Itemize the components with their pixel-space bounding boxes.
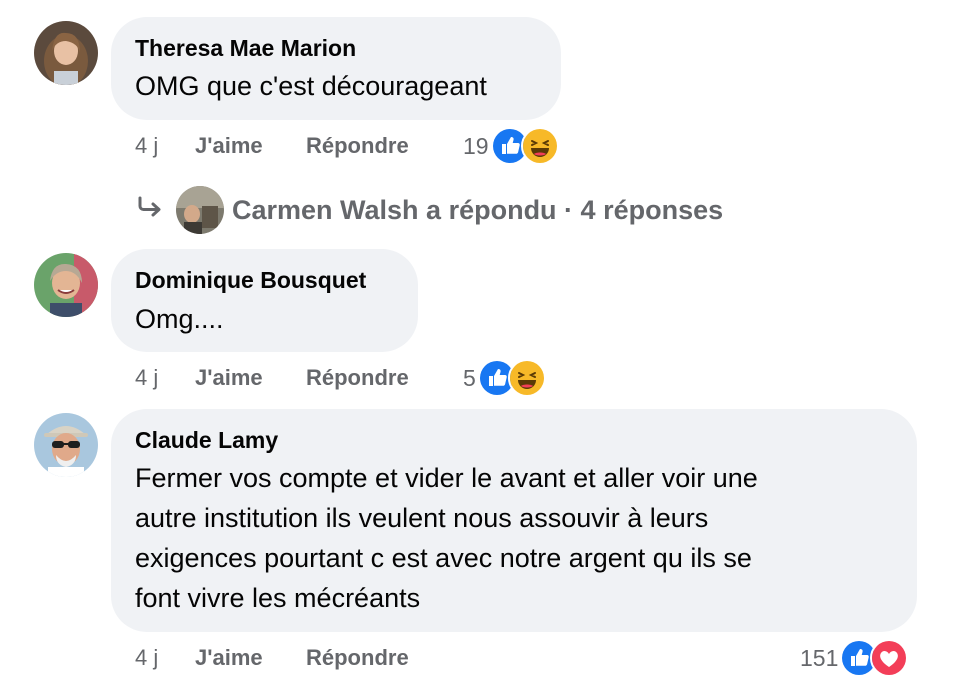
comment-text: OMG que c'est décourageant [135, 71, 487, 101]
like-button[interactable]: J'aime [195, 365, 263, 391]
love-icon [870, 639, 909, 677]
comment-text-line: autre institution ils veulent nous assou… [135, 503, 709, 533]
reply-button[interactable]: Répondre [306, 133, 409, 159]
comment-text-line: exigences pourtant c est avec notre arge… [135, 543, 752, 573]
like-button[interactable]: J'aime [195, 133, 263, 159]
comment-author[interactable]: Theresa Mae Marion [135, 35, 356, 62]
reaction-count: 5 [463, 364, 476, 391]
reaction-summary[interactable]: 5 [463, 359, 546, 397]
haha-icon [507, 359, 546, 397]
comment-timestamp[interactable]: 4 j [135, 365, 158, 391]
avatar[interactable] [34, 253, 98, 317]
avatar[interactable] [34, 413, 98, 477]
reaction-count: 151 [800, 644, 839, 671]
haha-icon [520, 127, 559, 165]
reply-arrow-icon [136, 195, 166, 226]
comment-text: Omg.... [135, 304, 224, 334]
like-button[interactable]: J'aime [195, 645, 263, 671]
avatar [176, 186, 224, 234]
comment-text-line: font vivre les mécréants [135, 583, 421, 613]
reply-button[interactable]: Répondre [306, 365, 409, 391]
replies-summary-text: Carmen Walsh a répondu · 4 réponses [232, 194, 724, 225]
reaction-summary[interactable]: 151 [800, 639, 909, 677]
avatar[interactable] [34, 21, 98, 85]
reaction-count: 19 [463, 132, 489, 159]
reaction-summary[interactable]: 19 [463, 127, 559, 165]
comment-timestamp[interactable]: 4 j [135, 645, 158, 671]
comment-timestamp[interactable]: 4 j [135, 133, 158, 159]
view-replies-link[interactable]: Carmen Walsh a répondu · 4 réponses [136, 185, 723, 235]
comment-text-line: Fermer vos compte et vider le avant et a… [135, 463, 758, 493]
comment-author[interactable]: Dominique Bousquet [135, 267, 366, 294]
reply-button[interactable]: Répondre [306, 645, 409, 671]
comment-author[interactable]: Claude Lamy [135, 427, 278, 454]
